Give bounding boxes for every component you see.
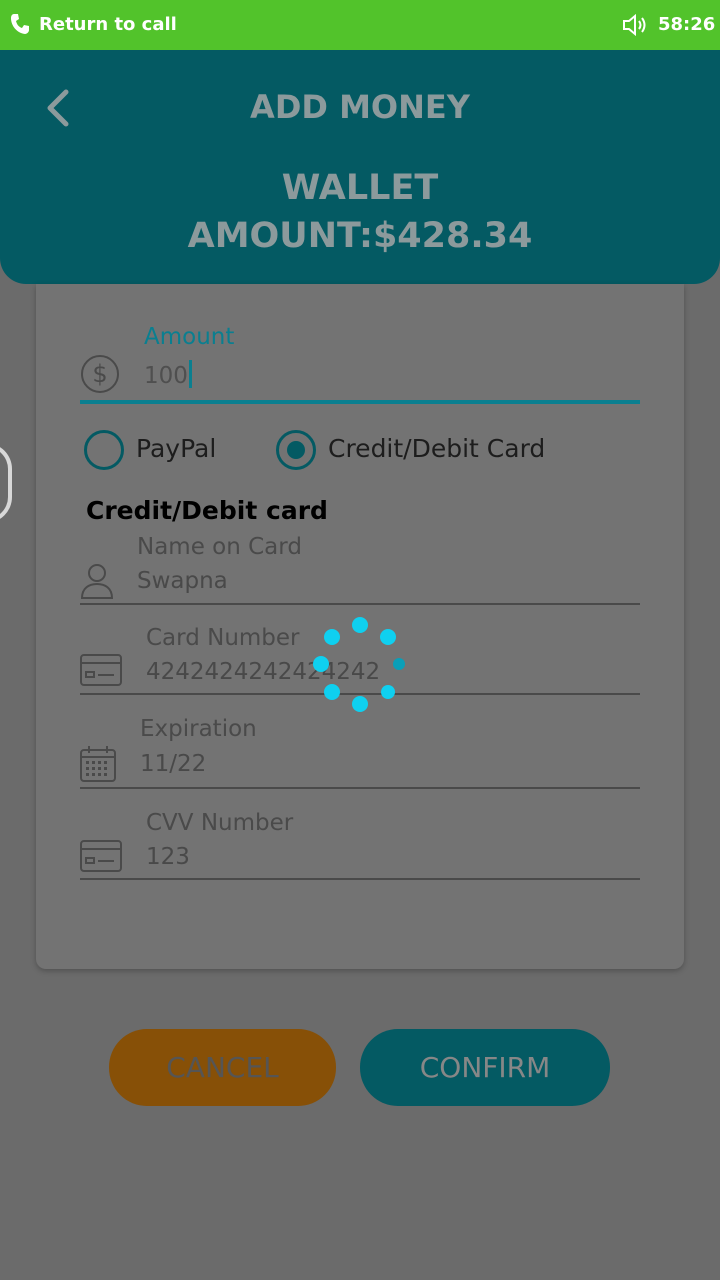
side-drawer-handle[interactable] bbox=[0, 443, 12, 523]
page-title: ADD MONEY bbox=[250, 88, 470, 126]
radio-selected-dot bbox=[287, 441, 305, 459]
card-label[interactable]: Credit/Debit Card bbox=[328, 434, 545, 463]
cancel-button[interactable]: CANCEL bbox=[109, 1029, 336, 1106]
phone-icon bbox=[10, 13, 30, 39]
volume-icon bbox=[622, 13, 648, 40]
name-underline bbox=[80, 603, 640, 605]
wallet-label: WALLET bbox=[281, 168, 439, 208]
expiration-label: Expiration bbox=[140, 716, 257, 742]
paypal-radio[interactable] bbox=[84, 430, 124, 470]
wallet-amount: AMOUNT:$428.34 bbox=[187, 216, 533, 256]
loading-spinner bbox=[310, 614, 410, 714]
name-label: Name on Card bbox=[137, 534, 302, 560]
card-icon bbox=[80, 654, 122, 690]
dollar-icon: $ bbox=[80, 354, 120, 398]
header: ADD MONEY WALLET AMOUNT:$428.34 bbox=[0, 50, 720, 284]
expiration-input[interactable]: 11/22 bbox=[140, 751, 206, 777]
text-cursor bbox=[188, 360, 192, 388]
amount-label: Amount bbox=[144, 324, 235, 350]
cvv-card-icon bbox=[80, 840, 122, 876]
call-timer: 58:26 bbox=[658, 14, 716, 35]
cvv-input[interactable]: 123 bbox=[146, 844, 190, 870]
card-number-label: Card Number bbox=[146, 625, 300, 651]
cvv-underline bbox=[80, 878, 640, 880]
cvv-label: CVV Number bbox=[146, 810, 294, 836]
amount-value: 100 bbox=[144, 363, 188, 389]
section-title: Credit/Debit card bbox=[86, 496, 328, 525]
confirm-button[interactable]: CONFIRM bbox=[360, 1029, 610, 1106]
person-icon bbox=[80, 562, 114, 604]
amount-input[interactable]: 100 bbox=[144, 360, 192, 389]
expiration-underline bbox=[80, 787, 640, 789]
card-radio[interactable] bbox=[276, 430, 316, 470]
amount-underline bbox=[80, 400, 640, 404]
name-input[interactable]: Swapna bbox=[137, 568, 228, 594]
paypal-label[interactable]: PayPal bbox=[136, 434, 216, 463]
svg-text:$: $ bbox=[92, 360, 107, 388]
return-to-call-label: Return to call bbox=[39, 14, 177, 35]
return-to-call-bar[interactable]: Return to call 58:26 bbox=[0, 0, 720, 50]
calendar-icon bbox=[80, 746, 116, 786]
